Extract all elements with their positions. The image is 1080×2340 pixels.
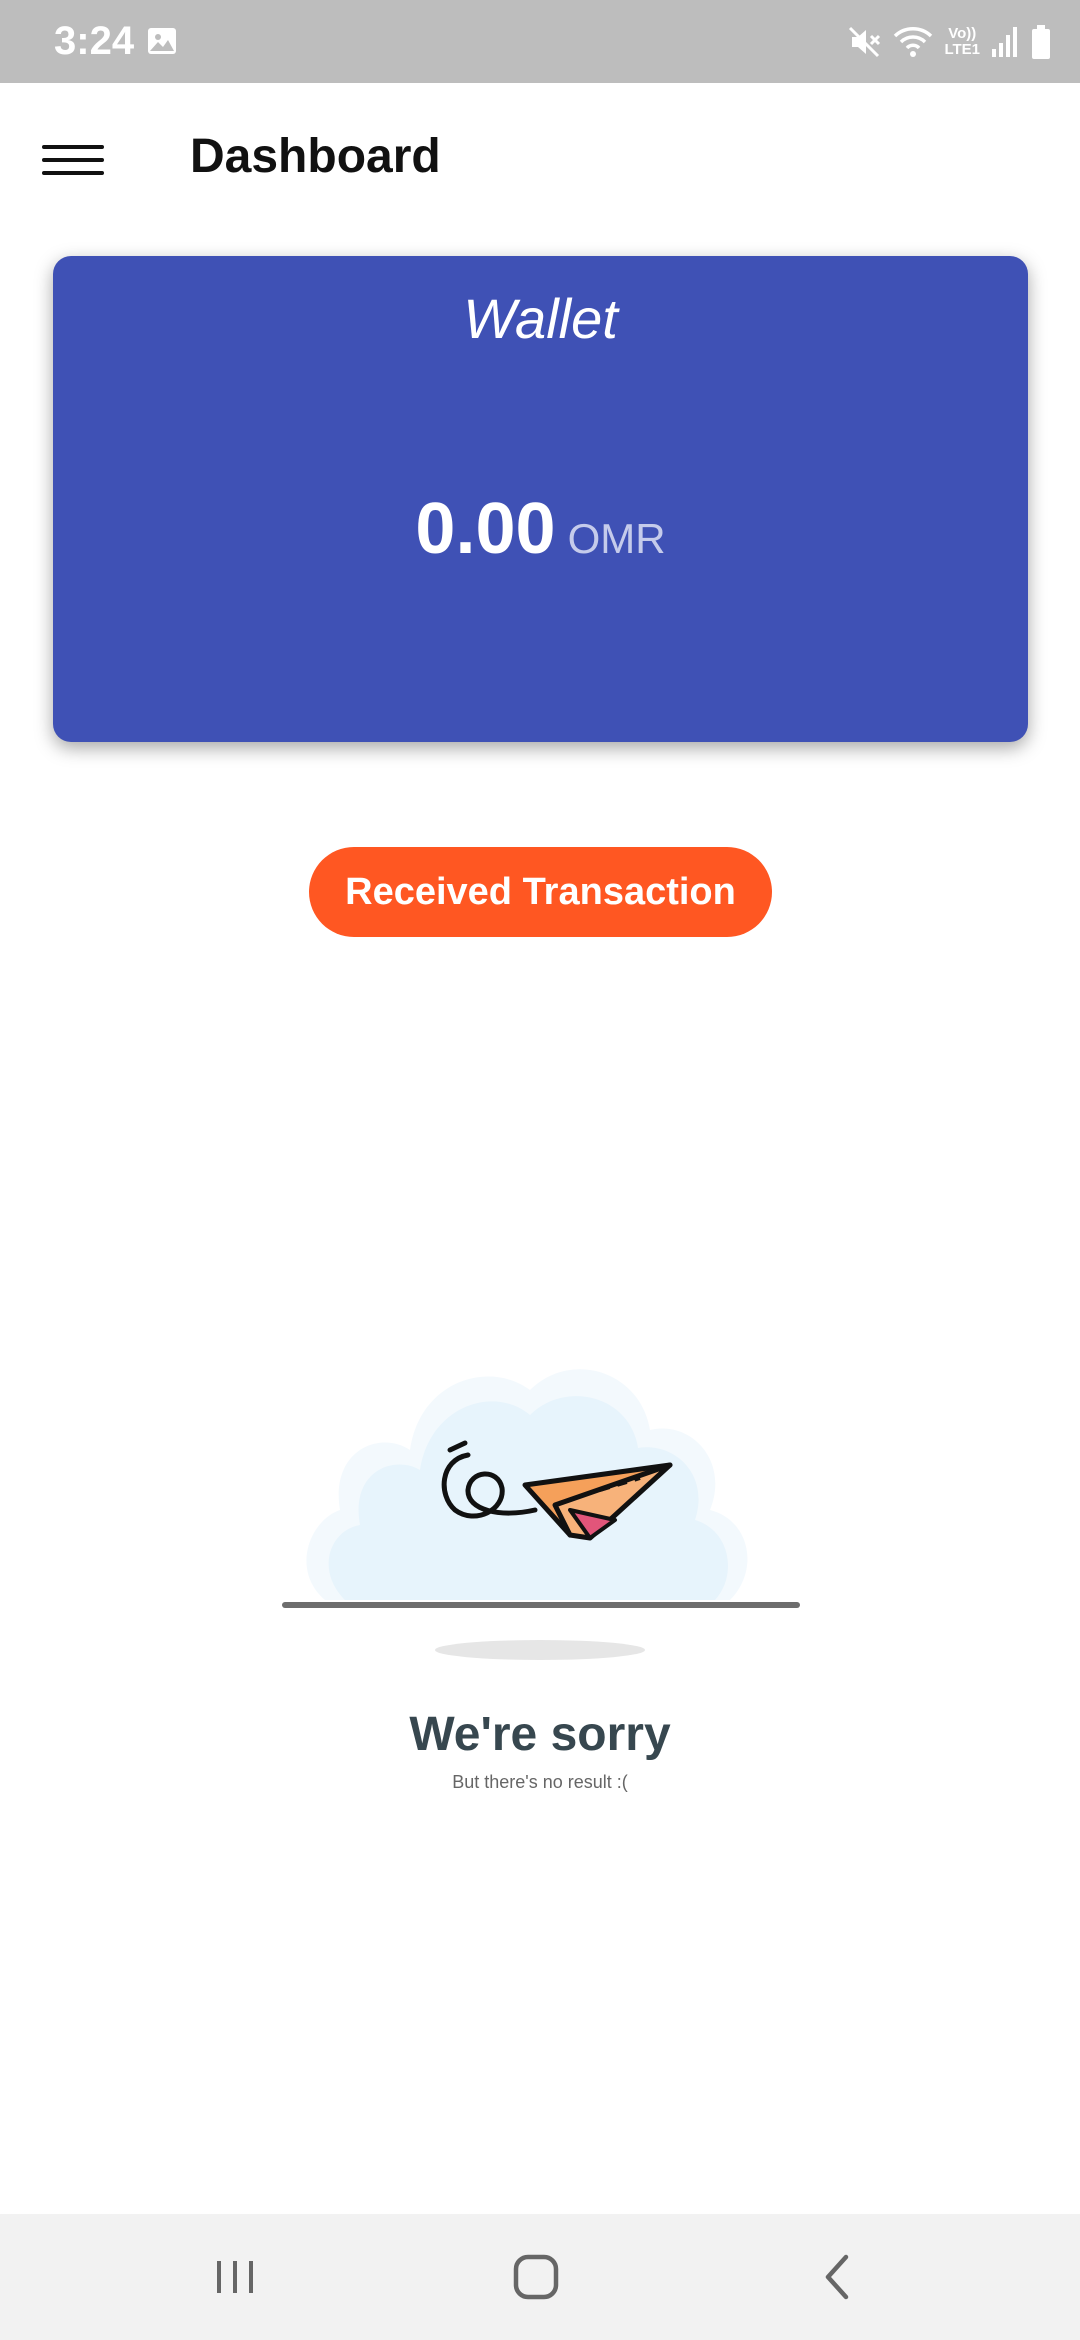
battery-icon <box>1032 25 1050 59</box>
status-time: 3:24 <box>54 19 135 63</box>
mute-icon <box>849 26 881 58</box>
home-icon[interactable] <box>506 2247 566 2307</box>
navigation-bar <box>0 2214 1080 2340</box>
page-title: Dashboard <box>190 130 441 183</box>
empty-state-subtitle: But there's no result :( <box>452 1772 628 1792</box>
status-icons: Vo)) LTE1 <box>846 20 1052 64</box>
wifi-icon <box>894 27 933 57</box>
wallet-card[interactable]: Wallet 0.00 OMR <box>53 256 1028 742</box>
balance-value: 0.00 <box>415 489 556 569</box>
paper-plane-icon <box>282 1369 800 1660</box>
wallet-title: Wallet <box>463 287 618 350</box>
signal-icon <box>992 27 1017 57</box>
empty-state-title: We're sorry <box>409 1708 671 1761</box>
lte-top-label: Vo)) <box>948 25 977 42</box>
hamburger-icon[interactable] <box>36 135 108 189</box>
back-icon[interactable] <box>808 2247 868 2307</box>
lte-bottom-label: LTE1 <box>944 41 980 58</box>
received-transaction-button[interactable]: Received Transaction <box>309 847 772 937</box>
status-bar: 3:24 Vo)) LTE1 <box>0 0 1080 83</box>
app-bar: Dashboard <box>0 83 1080 233</box>
wallet-balance: 0.00 OMR <box>53 488 1028 570</box>
balance-currency: OMR <box>567 515 666 562</box>
lte-indicator: Vo)) LTE1 <box>944 26 980 58</box>
recent-apps-icon[interactable] <box>205 2247 265 2307</box>
gallery-icon <box>148 28 176 54</box>
